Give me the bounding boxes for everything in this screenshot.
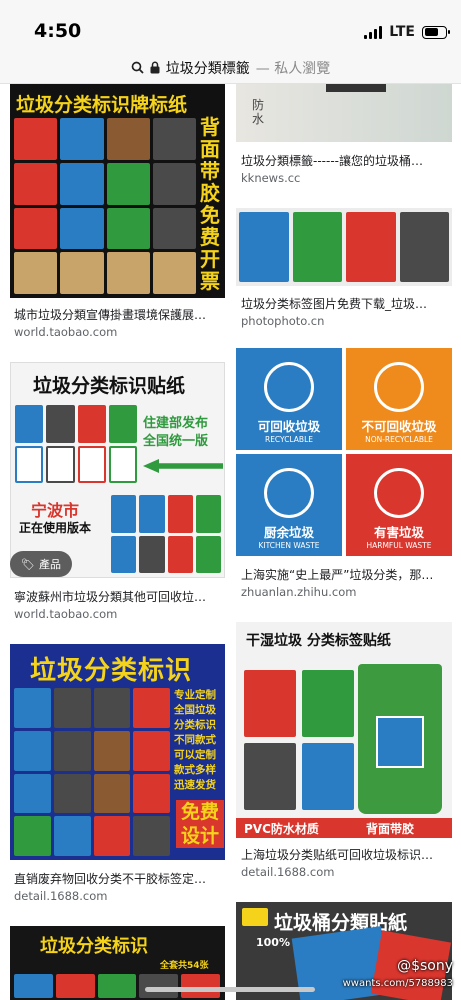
result-caption[interactable]: 城市垃圾分類宣傳掛畫環境保護展… [14,306,224,323]
category-label: 有害垃圾 [373,525,424,540]
thumbnail-footer-right: 背面带胶 [366,822,415,836]
result-caption[interactable]: 垃圾分类标签图片免费下载_垃圾… [241,295,452,312]
network-type: LTE [389,24,415,40]
thumbnail-title: 垃圾分类标识牌标纸 [16,94,188,116]
thumbnail-free: 免费设计 [176,800,224,848]
thumbnail-title: 垃圾分类标识贴纸 [33,375,186,397]
result-thumbnail[interactable]: 可回收垃圾 RECYCLABLE 不可回收垃圾 NON-RECYCLABLE 厨余垃圾 K… [236,348,452,556]
category-sublabel: HARMFUL WASTE [366,541,432,550]
side-text-line: 可以定制 [174,749,216,761]
image-result-1[interactable]: 垃圾分类标识牌标纸 背面带胶免费开票 城市垃圾分類宣傳掛畫環境保護展… worl… [10,84,225,344]
result-thumbnail[interactable]: 垃圾分类标识牌标纸 背面带胶免费开票 [10,84,225,298]
result-thumbnail[interactable]: 垃圾分类标识 专业定制全国垃圾分类标识不同款式可以定制款式多样迅速发货 免费设计 [10,644,225,860]
thumbnail-promo: 住建部发布 全国统一版 [143,416,209,449]
category-panels: 可回收垃圾 RECYCLABLE 不可回收垃圾 NON-RECYCLABLE 厨余垃圾 K… [236,348,452,556]
tag-icon: 🏷 [21,557,35,571]
status-bar: 4:50 LTE [0,0,461,52]
url-query: 垃圾分類標籤 [165,60,250,77]
result-domain: zhuanlan.zhihu.com [241,585,357,599]
category-panel: 厨余垃圾 KITCHEN WASTE [236,454,342,556]
result-domain: kknews.cc [241,171,301,185]
category-sublabel: NON-RECYCLABLE [365,435,433,444]
side-text-line: 分类标识 [174,719,216,731]
thumbnail-badge: 100% [256,936,290,949]
lock-icon [150,61,160,74]
result-domain: world.taobao.com [14,607,118,621]
side-text-line: 款式多样 [174,764,216,776]
result-caption[interactable]: 上海垃圾分类贴纸可回收垃圾标识… [241,846,452,863]
battery-icon [422,25,450,39]
thumbnail-footer-left: PVC防水材质 [244,822,319,836]
result-caption[interactable]: 上海实施“史上最严”垃圾分类，那… [241,566,452,583]
private-mode-label: — 私人瀏覽 [255,60,331,77]
image-result-2[interactable]: 防水 垃圾分類標籤------讓您的垃圾桶… kknews.cc [236,84,452,192]
signal-icon [364,25,383,39]
result-domain: detail.1688.com [14,889,108,903]
result-domain: detail.1688.com [241,865,335,879]
side-text-line: 迅速发货 [174,779,216,791]
category-panel: 有害垃圾 HARMFUL WASTE [346,454,452,556]
watermark: @$sony wwants.com/5788983 [342,958,453,989]
category-icon [264,468,314,518]
thumbnail-side-text: 专业定制全国垃圾分类标识不同款式可以定制款式多样迅速发货 [174,688,224,793]
category-icon [374,362,424,412]
side-text-line: 全国垃圾 [174,704,216,716]
thumbnail-title: 干湿垃圾 分类标签贴纸 [246,633,391,649]
result-thumbnail[interactable] [236,208,452,286]
result-domain: world.taobao.com [14,325,118,339]
image-results: 垃圾分类标识牌标纸 背面带胶免费开票 城市垃圾分類宣傳掛畫環境保護展… worl… [0,84,461,1000]
thumbnail-city: 宁波市 [31,501,80,520]
address-bar[interactable]: 垃圾分類標籤 — 私人瀏覽 [0,52,461,84]
thumbnail-city-sub: 正在使用版本 [19,521,92,535]
category-label: 可回收垃圾 [257,419,321,434]
category-icon [264,362,314,412]
result-thumbnail[interactable]: 干湿垃圾 分类标签贴纸 PVC防水材质 背面带胶 [236,622,452,838]
thumbnail-title: 垃圾分类标识 [40,936,148,957]
home-indicator[interactable] [145,987,315,992]
thumbnail-sub: 全套共54张 [160,961,209,971]
side-text-line: 不同款式 [174,734,216,746]
bin-illustration [358,664,442,814]
image-result-3[interactable]: 垃圾分类标签图片免费下载_垃圾… photophoto.cn [236,208,452,332]
thumbnail-side-text: 背面带胶免费开票 [200,115,220,293]
image-result-6[interactable]: 垃圾分类标识 专业定制全国垃圾分类标识不同款式可以定制款式多样迅速发货 免费设计… [10,644,225,906]
side-text-line: 专业定制 [174,689,216,701]
search-icon [131,61,144,74]
result-caption[interactable]: 寧波蘇州市垃圾分類其他可回收垃… [14,588,224,605]
status-time: 4:50 [34,20,82,42]
result-domain: photophoto.cn [241,314,325,328]
result-thumbnail[interactable]: 垃圾分类标识贴纸 住建部发布 全国统一版 宁波市 正在使用版本 [10,362,225,578]
category-icon [374,468,424,518]
image-result-4[interactable]: 垃圾分类标识贴纸 住建部发布 全国统一版 宁波市 正在使用版本 寧波蘇州市垃圾分… [10,362,225,622]
product-badge: 🏷 產品 [10,551,72,577]
category-panel: 不可回收垃圾 NON-RECYCLABLE [346,348,452,450]
image-result-7[interactable]: 干湿垃圾 分类标签贴纸 PVC防水材质 背面带胶 上海垃圾分类贴纸可回收垃圾标识… [236,622,452,882]
result-caption[interactable]: 垃圾分類標籤------讓您的垃圾桶… [241,152,452,169]
category-label: 厨余垃圾 [263,525,314,540]
category-label: 不可回收垃圾 [361,419,437,434]
category-sublabel: RECYCLABLE [264,435,313,444]
category-panel: 可回收垃圾 RECYCLABLE [236,348,342,450]
image-result-5[interactable]: 可回收垃圾 RECYCLABLE 不可回收垃圾 NON-RECYCLABLE 厨余垃圾 K… [236,348,452,602]
result-caption[interactable]: 直销废弃物回收分类不干胶标签定… [14,870,224,887]
thumbnail-title: 垃圾分类标识 [30,656,193,686]
category-sublabel: KITCHEN WASTE [258,541,320,550]
placard-grid [14,118,196,294]
status-indicators: LTE [364,24,450,40]
thumbnail-text: 防水 [252,98,265,126]
result-thumbnail[interactable]: 防水 [236,84,452,142]
